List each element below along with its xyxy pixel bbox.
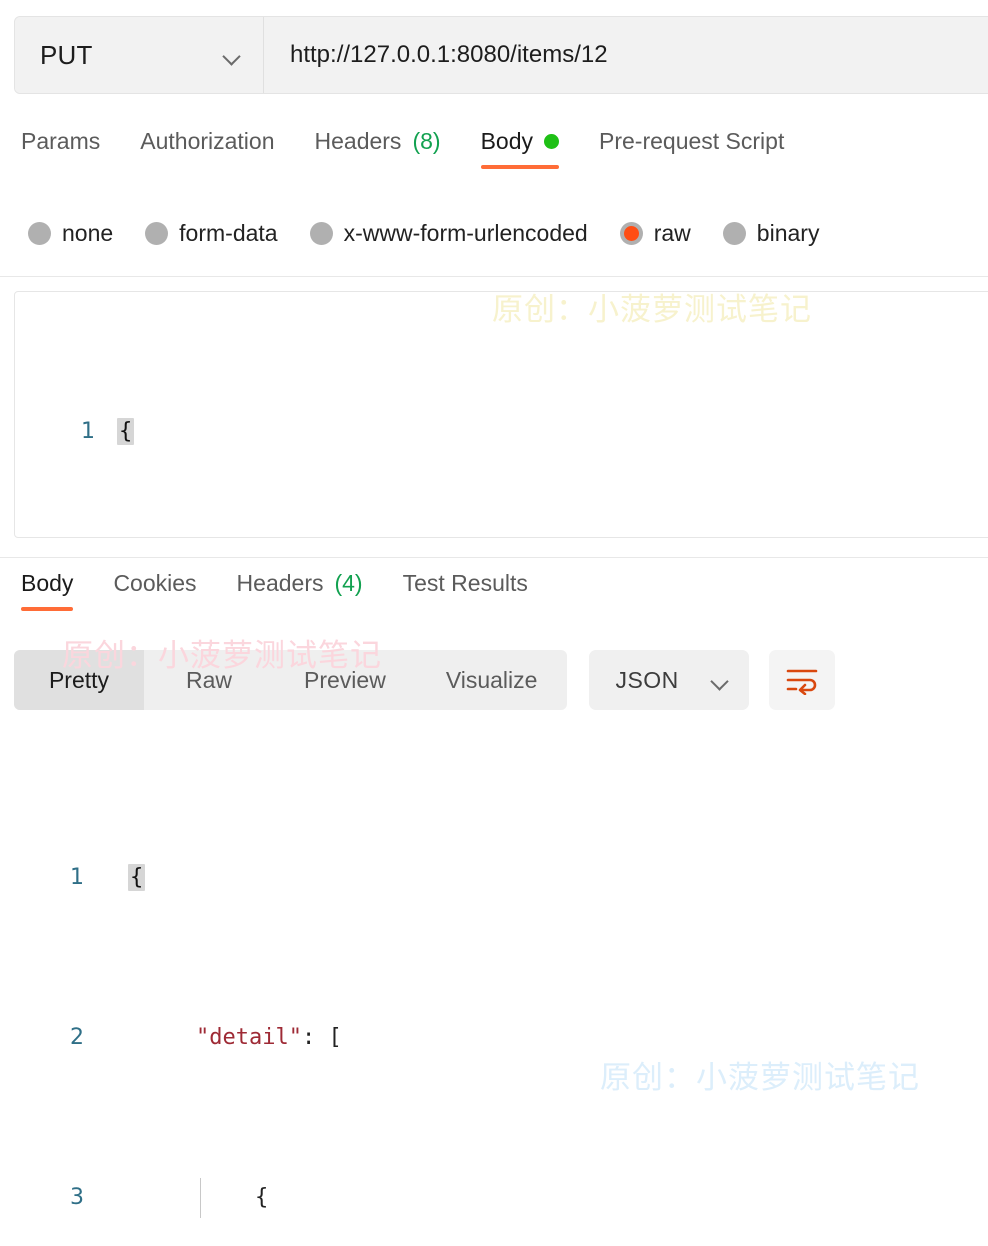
response-format-select[interactable]: JSON [589, 650, 750, 710]
line-number: 1 [81, 419, 95, 444]
view-mode-raw-label: Raw [185, 666, 232, 693]
view-mode-pretty-label: Pretty [48, 666, 110, 693]
line-number: 2 [70, 1025, 84, 1050]
body-type-binary[interactable]: binary [722, 219, 820, 247]
body-type-radio-group: none form-data x-www-form-urlencoded raw… [0, 210, 988, 256]
response-tab-headers-label: Headers [236, 570, 324, 596]
body-type-form-data-label: form-data [179, 219, 278, 246]
view-mode-preview-label: Preview [304, 666, 386, 693]
radio-form-data-icon [145, 221, 169, 245]
response-tab-headers-count: (4) [334, 570, 363, 596]
response-tab-test-results[interactable]: Test Results [403, 570, 528, 611]
tab-body-label: Body [480, 128, 533, 154]
response-tab-headers[interactable]: Headers (4) [237, 570, 363, 611]
body-type-none-label: none [62, 219, 114, 246]
body-type-none[interactable]: none [28, 220, 113, 247]
code-line: 1 { [15, 412, 988, 452]
body-type-raw[interactable]: raw [619, 219, 691, 247]
request-code: 1 { 2 · · · ·"name":·"Foo", 3 · · · ·"de… [15, 292, 988, 537]
response-tab-test-results-label: Test Results [402, 570, 528, 596]
view-mode-preview[interactable]: Preview [274, 650, 416, 710]
wrap-text-button[interactable] [769, 650, 836, 710]
radio-raw-icon [619, 221, 643, 245]
line-number: 3 [70, 1185, 84, 1210]
body-type-urlencoded-label: x-www-form-urlencoded [343, 219, 588, 246]
response-toolbar: Pretty Raw Preview Visualize JSON [0, 645, 988, 715]
code-line: 3 { [0, 1178, 988, 1218]
http-method-select[interactable]: PUT [15, 17, 264, 93]
response-tab-body[interactable]: Body [21, 570, 74, 611]
line-content: { [255, 1185, 269, 1210]
line-content: { [128, 864, 146, 891]
http-method-label: PUT [40, 39, 93, 70]
wrap-text-icon [787, 669, 818, 695]
radio-urlencoded-icon [309, 221, 333, 245]
tab-pre-request-script[interactable]: Pre-request Script [599, 128, 784, 169]
radio-none-icon [28, 221, 51, 245]
body-present-dot-icon [544, 134, 559, 149]
tab-params-label: Params [21, 128, 101, 154]
body-type-binary-label: binary [756, 219, 820, 246]
request-body-editor[interactable]: 1 { 2 · · · ·"name":·"Foo", 3 · · · ·"de… [14, 291, 988, 538]
response-section-divider [0, 557, 988, 558]
tab-body[interactable]: Body [480, 128, 560, 169]
code-line: 1 { [0, 858, 988, 898]
tab-params[interactable]: Params [21, 128, 100, 169]
response-format-label: JSON [615, 666, 679, 693]
tab-headers-label: Headers [314, 128, 402, 154]
url-input[interactable]: http://127.0.0.1:8080/items/12 [264, 17, 988, 93]
view-mode-pretty[interactable]: Pretty [14, 650, 144, 710]
body-type-urlencoded[interactable]: x-www-form-urlencoded [309, 219, 588, 247]
line-number: 1 [70, 865, 84, 890]
body-type-form-data[interactable]: form-data [145, 219, 278, 247]
line-content: { [117, 418, 135, 445]
response-tab-cookies[interactable]: Cookies [113, 570, 196, 611]
postman-request-response-panel: PUT http://127.0.0.1:8080/items/12 Param… [0, 0, 988, 1246]
response-tab-bar: Body Cookies Headers (4) Test Results [0, 570, 988, 620]
tab-authorization[interactable]: Authorization [140, 128, 274, 169]
response-tab-body-label: Body [21, 570, 74, 596]
line-content: "detail": [ [196, 1025, 342, 1050]
radio-binary-icon [722, 221, 746, 245]
response-body-viewer[interactable]: 1 { 2 "detail": [ 3 { 4 "loc": [ 5 "body… [0, 738, 988, 1246]
tab-pre-request-script-label: Pre-request Script [599, 128, 785, 154]
request-section-divider [0, 276, 988, 277]
tab-authorization-label: Authorization [140, 128, 275, 154]
tab-headers[interactable]: Headers (8) [315, 128, 441, 169]
url-bar: PUT http://127.0.0.1:8080/items/12 [14, 16, 988, 94]
view-mode-raw[interactable]: Raw [144, 650, 274, 710]
tab-headers-count: (8) [412, 128, 441, 154]
chevron-down-icon [712, 675, 729, 685]
code-line: 2 "detail": [ [0, 1018, 988, 1058]
request-tab-bar: Params Authorization Headers (8) Body Pr… [0, 128, 988, 180]
chevron-down-icon [224, 50, 241, 60]
view-mode-visualize-label: Visualize [445, 666, 538, 693]
response-tab-cookies-label: Cookies [113, 570, 197, 596]
response-view-mode-group: Pretty Raw Preview Visualize [14, 650, 568, 710]
body-type-raw-label: raw [653, 219, 691, 246]
view-mode-visualize[interactable]: Visualize [416, 650, 568, 710]
